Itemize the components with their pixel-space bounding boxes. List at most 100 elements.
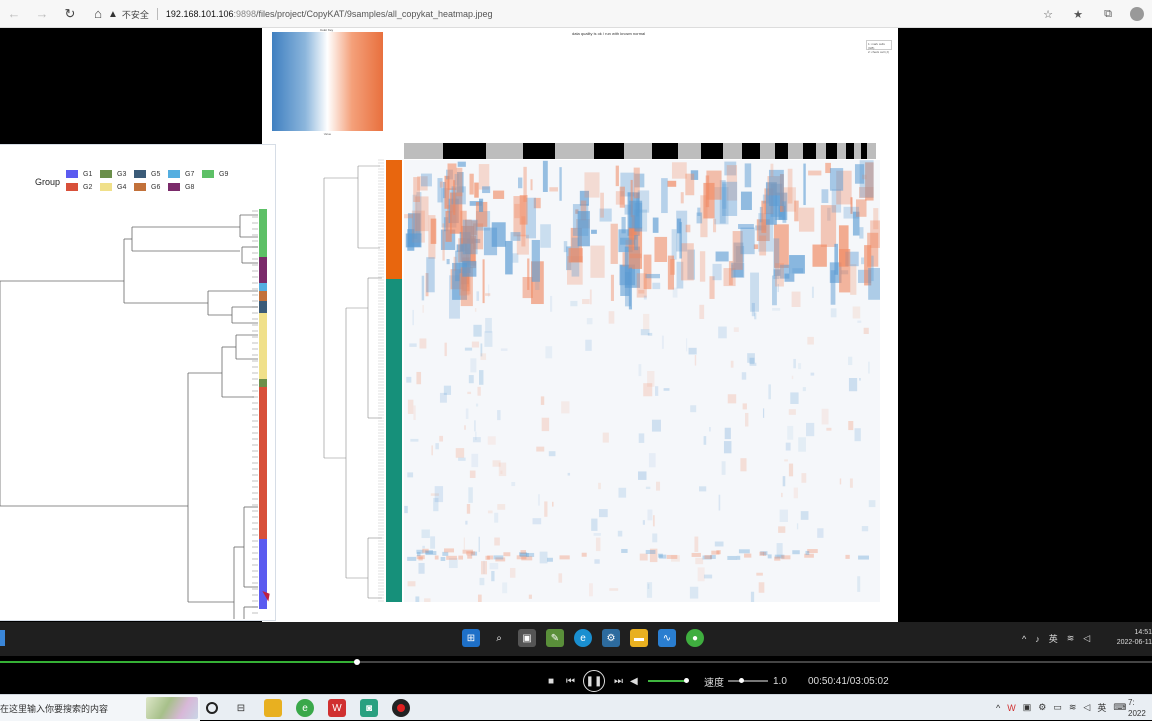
wifi-icon[interactable]: ≋ (1067, 633, 1075, 644)
security-label: 不安全 (121, 9, 149, 20)
heatmap-cell-block (619, 186, 625, 208)
speed-slider[interactable] (728, 680, 768, 682)
forward-icon[interactable]: → (28, 0, 56, 28)
stop-icon[interactable]: ■ (548, 672, 554, 690)
heatmap-cell-block (404, 505, 408, 514)
ime-indicator[interactable]: 英 (1097, 701, 1106, 714)
heatmap-cell-block (793, 487, 798, 499)
wechat-icon[interactable]: ● (686, 629, 704, 647)
volume-slider[interactable] (648, 680, 688, 682)
search-icon[interactable]: ⌕ (490, 629, 508, 647)
taskbar-apps: ⊞ ⌕ ▣ ✎ e ⚙ ▬ ∿ ● (462, 629, 704, 647)
file-explorer-icon[interactable]: ▬ (630, 629, 648, 647)
remote-desktop-icon[interactable]: ◙ (360, 699, 378, 717)
group-bar-segment-g4 (259, 313, 267, 379)
volume-icon[interactable]: ◁ (1083, 702, 1090, 713)
tray-expand-icon[interactable]: ^ (996, 703, 1000, 713)
heatmap-cell-block (740, 458, 747, 472)
chromosome-segment (815, 143, 827, 159)
heatmap-cell-block (661, 178, 668, 214)
task-view-icon[interactable]: ⊟ (232, 699, 250, 717)
chromosome-segment (623, 143, 652, 159)
heatmap-cell-block (497, 410, 501, 421)
tray-app-icon[interactable]: ▣ (1023, 702, 1032, 713)
task-view-icon[interactable]: ▣ (518, 629, 536, 647)
heatmap-cell-block (798, 437, 806, 452)
heatmap-cell-block (740, 191, 752, 210)
chromosome-segment (742, 143, 760, 159)
heatmap-cell-block (691, 552, 701, 557)
host-clock[interactable]: 7: 2022 (1128, 697, 1152, 719)
taskbar-clock[interactable]: 14:51 2022-06-11 (1116, 628, 1152, 648)
monitor-app-icon[interactable]: ∿ (658, 629, 676, 647)
wps-tray-icon[interactable]: W (1007, 703, 1016, 713)
heatmap-cell-block (469, 470, 476, 478)
heatmap-cell-block (485, 555, 490, 560)
windows-start-icon[interactable]: ⊞ (462, 629, 480, 647)
heatmap-cell-block (598, 509, 608, 518)
heatmap-cell-block (730, 360, 734, 368)
heatmap-cell-block (659, 554, 667, 559)
heatmap-cell-block (817, 528, 824, 538)
annotation-aneuploid (386, 160, 402, 279)
favorites-icon[interactable]: ★ (1070, 6, 1086, 22)
heatmap-cell-block (431, 445, 433, 456)
collections-icon[interactable]: ⧉ (1100, 6, 1116, 22)
heatmap-cell-block (638, 364, 642, 377)
heatmap-cell-block (594, 559, 600, 564)
wps-icon[interactable]: W (328, 699, 346, 717)
heatmap-cell-block (439, 435, 444, 442)
ime-indicator[interactable]: 英 (1049, 632, 1058, 645)
volume-knob[interactable] (684, 678, 689, 683)
heatmap-cell-block (458, 457, 466, 461)
heatmap-cell-block (549, 187, 558, 192)
volume-icon[interactable]: ◁ (1083, 633, 1090, 644)
edge-browser-icon[interactable]: e (574, 629, 592, 647)
color-key-gradient (272, 32, 383, 131)
heatmap-cell-block (479, 198, 484, 212)
heatmap-cell-block (464, 425, 466, 430)
notepad-icon[interactable]: ✎ (546, 629, 564, 647)
heatmap-cell-block (688, 347, 697, 355)
previous-icon[interactable]: ⏮ (566, 672, 575, 690)
heatmap-cell-block (537, 494, 540, 506)
add-favorite-icon[interactable]: ☆ (1040, 6, 1056, 22)
legend-item-g6: G6 (134, 183, 168, 191)
heatmap-cell-block (424, 598, 431, 602)
tray-tool-icon[interactable]: ⚙ (1038, 702, 1046, 713)
address-bar[interactable]: ▲ 不安全 192.168.101.106:9898/files/project… (108, 4, 493, 24)
heatmap-cell-block (821, 189, 829, 204)
chromosome-segment (442, 143, 486, 159)
cortana-icon[interactable] (206, 702, 218, 714)
next-icon[interactable]: ⏭ (614, 672, 623, 690)
heatmap-cell-block (417, 552, 421, 557)
wifi-icon[interactable]: ≋ (1069, 702, 1077, 713)
heatmap-cell-block (482, 186, 491, 194)
keyboard-icon[interactable]: ⌨ (1113, 702, 1126, 713)
playback-time: 00:50:41/03:05:02 (808, 675, 889, 687)
browser-360-icon[interactable]: e (296, 699, 314, 717)
heatmap-cell-block (595, 537, 601, 552)
speed-knob[interactable] (739, 678, 744, 683)
heatmap-cell-block (716, 550, 721, 555)
pause-button[interactable]: ❚❚ (583, 670, 605, 692)
battery-icon[interactable]: ▭ (1053, 702, 1062, 713)
back-icon[interactable]: ← (0, 0, 28, 28)
progress-knob[interactable] (354, 659, 361, 665)
microphone-icon[interactable]: ♪ (1035, 634, 1040, 644)
heatmap-cell-block (412, 309, 414, 326)
network-app-icon[interactable]: ⚙ (602, 629, 620, 647)
refresh-icon[interactable]: ↻ (56, 0, 84, 28)
heatmap-cell-block (479, 577, 485, 586)
recorder-icon[interactable] (392, 699, 410, 717)
heatmap-cell-block (404, 214, 413, 219)
group-dendrogram (0, 210, 258, 619)
profile-avatar[interactable] (1130, 7, 1144, 21)
heatmap-cell-block (511, 481, 516, 487)
host-tray: ^ W ▣ ⚙ ▭ ≋ ◁ 英 ⌨ (996, 701, 1126, 714)
volume-icon[interactable]: ◀ (630, 672, 638, 690)
heatmap-cell-block (590, 245, 605, 278)
tray-expand-icon[interactable]: ^ (1022, 634, 1026, 644)
file-explorer-icon[interactable] (264, 699, 282, 717)
heatmap-cell-block (652, 282, 661, 290)
